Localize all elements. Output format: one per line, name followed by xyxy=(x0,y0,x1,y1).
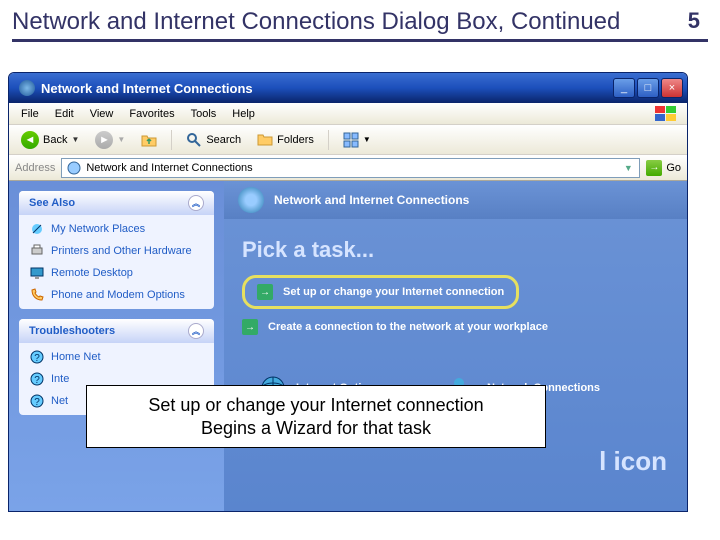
troubleshooters-title: Troubleshooters xyxy=(29,325,115,337)
svg-text:?: ? xyxy=(34,353,40,364)
address-dropdown-icon[interactable]: ▼ xyxy=(621,163,635,173)
titlebar[interactable]: Network and Internet Connections _ □ × xyxy=(9,73,687,103)
go-label: Go xyxy=(666,162,681,174)
sidebar-item-phone-modem[interactable]: Phone and Modem Options xyxy=(29,287,204,303)
menu-favorites[interactable]: Favorites xyxy=(121,106,182,122)
address-value: Network and Internet Connections xyxy=(86,162,252,174)
phone-icon xyxy=(29,287,45,303)
search-button[interactable]: Search xyxy=(180,130,247,150)
location-icon xyxy=(66,160,82,176)
see-also-header[interactable]: See Also ︽ xyxy=(19,191,214,215)
help-icon: ? xyxy=(29,371,45,387)
folders-button[interactable]: Folders xyxy=(251,130,320,150)
slide-title: Network and Internet Connections Dialog … xyxy=(0,0,720,39)
menu-view[interactable]: View xyxy=(82,106,122,122)
folders-label: Folders xyxy=(277,134,314,146)
folders-icon xyxy=(257,132,273,148)
sidebar: See Also ︽ My Network Places Printers an… xyxy=(9,181,224,511)
back-arrow-icon: ◄ xyxy=(21,131,39,149)
sidebar-item-printers[interactable]: Printers and Other Hardware xyxy=(29,243,204,259)
slide-number: 5 xyxy=(688,8,700,34)
task-label: Set up or change your Internet connectio… xyxy=(283,286,504,298)
collapse-icon[interactable]: ︽ xyxy=(188,323,204,339)
content-main: Network and Internet Connections Pick a … xyxy=(224,181,687,511)
address-label: Address xyxy=(15,162,55,174)
troubleshooters-header[interactable]: Troubleshooters ︽ xyxy=(19,319,214,343)
back-dropdown-icon[interactable]: ▼ xyxy=(71,135,79,144)
see-also-title: See Also xyxy=(29,197,75,209)
maximize-button[interactable]: □ xyxy=(637,78,659,98)
windows-flag-icon xyxy=(655,106,677,122)
window-icon xyxy=(19,80,35,96)
sidebar-item-trouble-1[interactable]: ? Home Net xyxy=(29,349,204,365)
search-icon xyxy=(186,132,202,148)
go-icon: → xyxy=(646,160,662,176)
address-input[interactable]: Network and Internet Connections ▼ xyxy=(61,158,640,178)
go-button[interactable]: → Go xyxy=(646,160,681,176)
separator xyxy=(328,130,329,150)
callout-line2: Begins a Wizard for that task xyxy=(97,417,535,440)
back-button[interactable]: ◄ Back ▼ xyxy=(15,129,85,151)
views-button[interactable]: ▼ xyxy=(337,130,377,150)
svg-text:?: ? xyxy=(34,375,40,386)
forward-button[interactable]: ► ▼ xyxy=(89,129,131,151)
help-icon: ? xyxy=(29,349,45,365)
task-workplace-connection[interactable]: → Create a connection to the network at … xyxy=(242,319,669,335)
sidebar-item-my-network-places[interactable]: My Network Places xyxy=(29,221,204,237)
minimize-button[interactable]: _ xyxy=(613,78,635,98)
pick-icon-partial: l icon xyxy=(599,446,667,477)
menu-help[interactable]: Help xyxy=(224,106,263,122)
arrow-icon: → xyxy=(242,319,258,335)
menu-tools[interactable]: Tools xyxy=(183,106,225,122)
arrow-icon: → xyxy=(257,284,273,300)
close-button[interactable]: × xyxy=(661,78,683,98)
printer-icon xyxy=(29,243,45,259)
menu-edit[interactable]: Edit xyxy=(47,106,82,122)
window-title: Network and Internet Connections xyxy=(41,81,613,96)
views-icon xyxy=(343,132,359,148)
callout-line1: Set up or change your Internet connectio… xyxy=(97,394,535,417)
menubar: File Edit View Favorites Tools Help xyxy=(9,103,687,125)
addressbar: Address Network and Internet Connections… xyxy=(9,155,687,181)
search-label: Search xyxy=(206,134,241,146)
task-highlight: → Set up or change your Internet connect… xyxy=(242,275,519,309)
toolbar: ◄ Back ▼ ► ▼ Search Folders xyxy=(9,125,687,155)
remote-desktop-icon xyxy=(29,265,45,281)
globe-icon xyxy=(238,187,264,213)
up-button[interactable] xyxy=(135,130,163,150)
see-also-panel: See Also ︽ My Network Places Printers an… xyxy=(19,191,214,309)
task-setup-internet[interactable]: → Set up or change your Internet connect… xyxy=(251,280,510,304)
slide-underline xyxy=(12,39,708,42)
forward-dropdown-icon[interactable]: ▼ xyxy=(117,135,125,144)
help-icon: ? xyxy=(29,393,45,409)
pick-a-task-label: Pick a task... xyxy=(242,237,669,263)
svg-text:?: ? xyxy=(34,397,40,408)
separator xyxy=(171,130,172,150)
task-label: Create a connection to the network at yo… xyxy=(268,321,548,333)
callout-box: Set up or change your Internet connectio… xyxy=(86,385,546,448)
folder-up-icon xyxy=(141,132,157,148)
back-label: Back xyxy=(43,134,67,146)
network-places-icon xyxy=(29,221,45,237)
menu-file[interactable]: File xyxy=(13,106,47,122)
sidebar-item-remote-desktop[interactable]: Remote Desktop xyxy=(29,265,204,281)
forward-arrow-icon: ► xyxy=(95,131,113,149)
category-title: Network and Internet Connections xyxy=(274,193,469,207)
collapse-icon[interactable]: ︽ xyxy=(188,195,204,211)
category-header: Network and Internet Connections xyxy=(224,181,687,219)
